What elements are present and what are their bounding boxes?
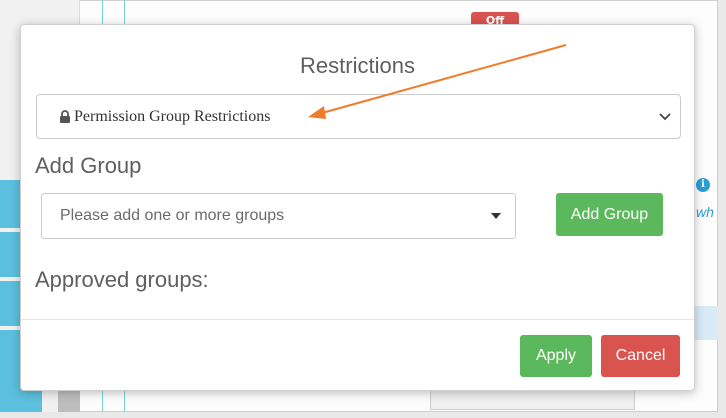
group-select-placeholder: Please add one or more groups bbox=[60, 207, 285, 224]
add-group-button[interactable]: Add Group bbox=[556, 193, 663, 236]
chevron-down-icon bbox=[659, 113, 671, 121]
restrictions-modal: Restrictions Permission Group Restrictio… bbox=[20, 24, 695, 391]
apply-button[interactable]: Apply bbox=[520, 335, 592, 377]
approved-groups-heading: Approved groups: bbox=[35, 267, 209, 292]
permission-restriction-value: Permission Group Restrictions bbox=[74, 108, 271, 125]
modal-title: Restrictions bbox=[300, 53, 415, 78]
lock-icon bbox=[60, 110, 70, 123]
background-input bbox=[430, 390, 635, 410]
background-highlight-box bbox=[694, 306, 718, 340]
background-partial-text: wh bbox=[696, 204, 714, 220]
info-icon: i bbox=[696, 178, 710, 192]
permission-restriction-select[interactable]: Permission Group Restrictions bbox=[36, 94, 681, 139]
caret-down-icon bbox=[491, 213, 501, 219]
modal-footer-divider bbox=[21, 319, 694, 320]
group-select[interactable]: Please add one or more groups bbox=[41, 193, 516, 239]
add-group-heading: Add Group bbox=[35, 153, 142, 178]
cancel-button[interactable]: Cancel bbox=[601, 335, 680, 377]
